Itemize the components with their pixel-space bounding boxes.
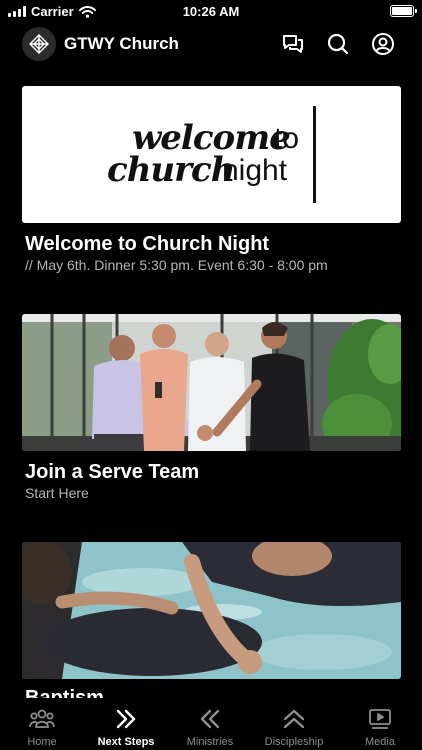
tab-home-label: Home [27,736,57,748]
double-chevron-left-icon [200,709,220,729]
tab-next-steps-label: Next Steps [97,736,155,748]
church-logo-icon[interactable] [22,27,56,61]
baptism-photo[interactable] [22,542,401,679]
tab-discipleship[interactable]: Discipleship [252,698,336,750]
double-chevron-right-icon [116,709,136,729]
card-title-serve-team[interactable]: Join a Serve Team [25,461,199,484]
card-subtitle-church-night: // May 6th. Dinner 5:30 pm. Event 6:30 -… [25,257,328,273]
serve-team-photo[interactable] [22,314,401,451]
content-feed[interactable]: welcome to church night Welcome to Churc… [0,66,422,698]
tab-home[interactable]: Home [0,698,84,750]
app-title: GTWY Church [64,34,179,53]
banner-word-night: night [222,154,288,187]
app-header: GTWY Church [0,22,422,66]
status-bar: Carrier 10:26 AM [0,0,422,22]
tab-media[interactable]: Media [338,698,422,750]
profile-icon[interactable] [370,31,396,57]
search-icon[interactable] [325,31,351,57]
double-chevron-up-icon [283,709,305,729]
chat-icon[interactable] [280,31,306,57]
status-time: 10:26 AM [182,4,240,19]
banner-word-to: to [274,122,300,155]
card-title-baptism[interactable]: Baptism [25,687,104,698]
banner-word-church: church [107,150,235,190]
card-subtitle-serve-team: Start Here [25,485,89,501]
play-media-icon [369,709,391,729]
tab-media-label: Media [365,736,395,748]
battery-icon [390,5,417,17]
tab-ministries-label: Ministries [186,736,234,748]
church-night-banner[interactable]: welcome to church night [22,86,401,223]
banner-divider [313,106,316,203]
card-title-church-night[interactable]: Welcome to Church Night [25,233,269,256]
people-icon [29,709,55,728]
tab-ministries[interactable]: Ministries [168,698,252,750]
tab-bar: Home Next Steps Ministries Discipleship … [0,698,422,750]
tab-discipleship-label: Discipleship [264,736,324,748]
tab-next-steps[interactable]: Next Steps [84,698,168,750]
